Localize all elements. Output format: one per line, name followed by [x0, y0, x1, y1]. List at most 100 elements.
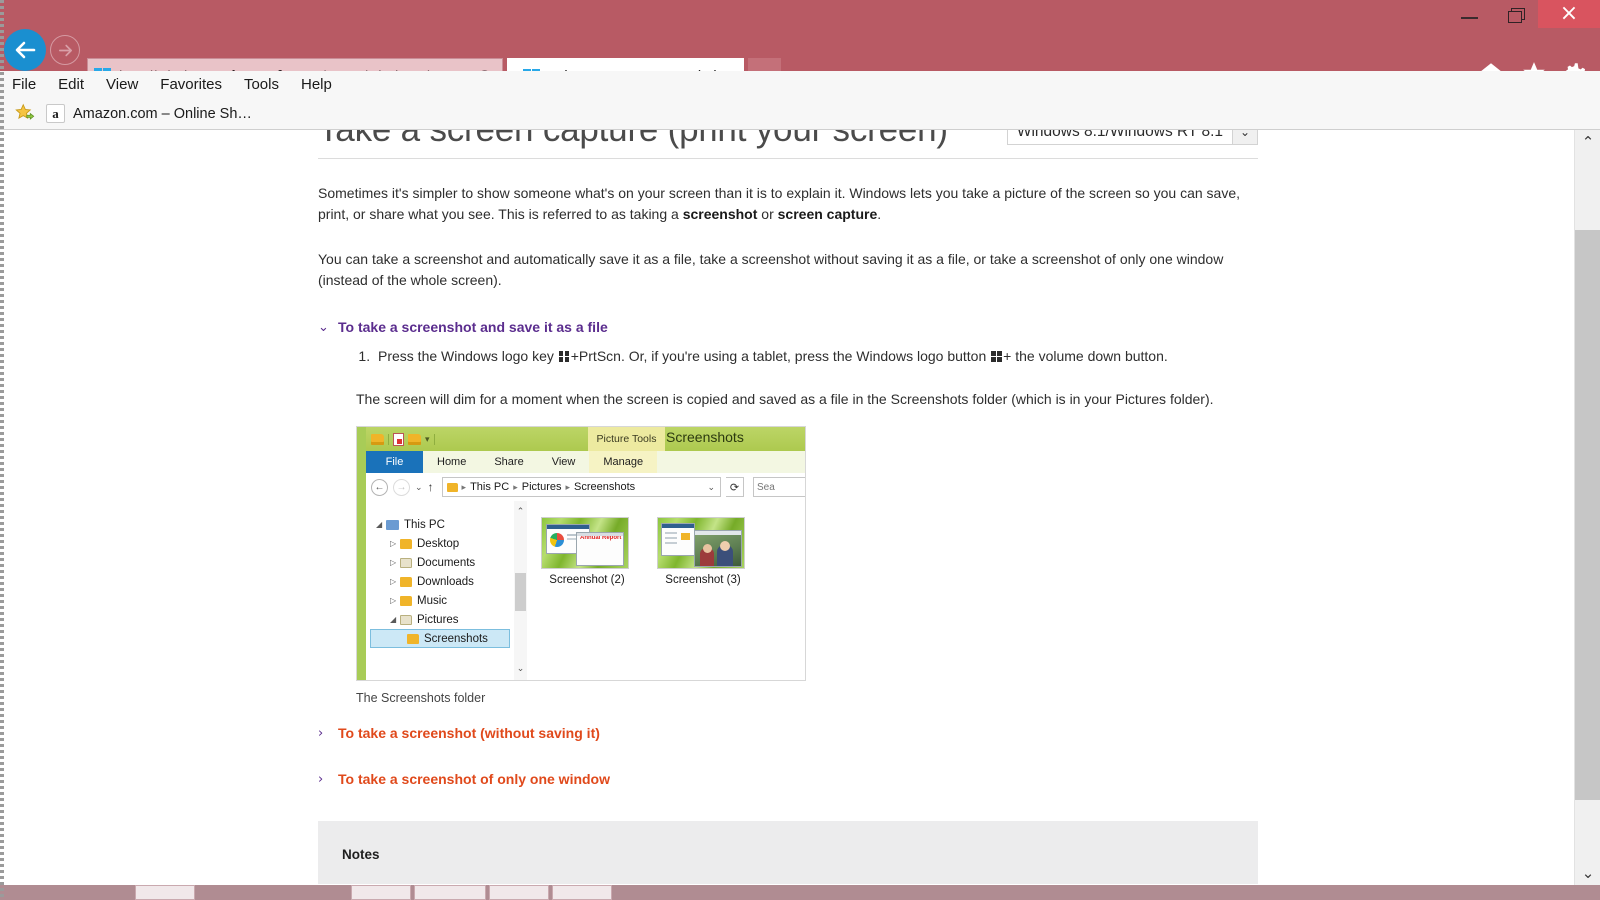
folder-icon	[407, 633, 419, 644]
ribbon-tab-share[interactable]: Share	[480, 451, 537, 473]
intro-paragraph-2: You can take a screenshot and automatica…	[318, 251, 1224, 288]
page-scrollbar[interactable]: ⌃ ⌄	[1574, 130, 1600, 885]
page-content: Take a screen capture (print your screen…	[318, 130, 1258, 885]
title-divider	[318, 158, 1258, 159]
page-title: Take a screen capture (print your screen…	[318, 130, 948, 152]
close-button[interactable]: ×	[1538, 0, 1600, 28]
taskbar-segment[interactable]	[489, 885, 549, 900]
explorer-file-list: Annual Report Screenshot (2) Screenshot …	[527, 501, 805, 680]
explorer-recent-locations-icon[interactable]: ⌄	[415, 482, 423, 493]
explorer-refresh-icon[interactable]: ⟳	[726, 477, 744, 497]
tree-item-label: This PC	[404, 518, 445, 531]
computer-icon	[386, 519, 399, 530]
intro-text-c: or	[757, 206, 778, 222]
expander-icon[interactable]: ▷	[390, 596, 400, 605]
intro-bold-screen-capture: screen capture	[777, 206, 878, 222]
section-save-as-file-title: To take a screenshot and save it as a fi…	[338, 319, 608, 335]
tree-item-this-pc[interactable]: ◢ This PC	[366, 515, 514, 534]
file-name: Screenshot (2)	[549, 574, 625, 586]
properties-icon[interactable]	[393, 432, 404, 446]
expander-icon[interactable]: ◢	[376, 520, 386, 529]
scroll-up-icon[interactable]: ⌃	[514, 505, 527, 518]
expander-icon[interactable]: ▷	[390, 539, 400, 548]
add-favorite-star-icon[interactable]	[14, 103, 36, 124]
tree-item-music[interactable]: ▷ Music	[366, 591, 514, 610]
figure-caption: The Screenshots folder	[356, 691, 486, 705]
explorer-up-icon[interactable]: ↑	[428, 480, 434, 494]
menu-item-tools[interactable]: Tools	[244, 76, 279, 93]
ribbon-tab-manage[interactable]: Manage	[589, 451, 658, 473]
windows-key-icon	[558, 351, 570, 362]
explorer-scrollbar[interactable]: ⌃ ⌄	[514, 501, 527, 680]
chevron-down-icon[interactable]: ⌄	[702, 482, 720, 493]
breadcrumb-item-screenshots[interactable]: Screenshots	[574, 481, 635, 493]
tree-item-desktop[interactable]: ▷ Desktop	[366, 534, 514, 553]
tree-item-documents[interactable]: ▷ Documents	[366, 553, 514, 572]
favorite-item-amazon[interactable]: a Amazon.com – Online Sh…	[46, 104, 252, 123]
explorer-back-icon[interactable]: ←	[371, 478, 388, 496]
tree-item-label: Music	[417, 594, 448, 607]
restore-button[interactable]	[1492, 0, 1538, 28]
forward-button[interactable]	[50, 35, 80, 65]
scrollbar-thumb[interactable]	[515, 573, 526, 611]
navigation-row: http://windows.microsoft.com/en-us/windo…	[0, 26, 1600, 96]
browser-window: × http://windows.microsoft.com/en-us/win…	[0, 0, 1600, 900]
folder-icon	[400, 595, 412, 606]
taskbar-segment[interactable]	[414, 885, 486, 900]
step-text-b: +PrtScn. Or, if you're using a tablet, p…	[570, 348, 991, 364]
back-button[interactable]	[4, 29, 46, 71]
breadcrumb-item-pictures[interactable]: Pictures	[522, 481, 562, 493]
ribbon-tab-view[interactable]: View	[538, 451, 590, 473]
new-folder-icon[interactable]	[408, 433, 421, 445]
tree-item-downloads[interactable]: ▷ Downloads	[366, 572, 514, 591]
section-one-window-header[interactable]: › To take a screenshot of only one windo…	[318, 771, 1258, 789]
section-save-as-file-header[interactable]: ⌄ To take a screenshot and save it as a …	[318, 319, 1258, 337]
folder-icon	[400, 576, 412, 587]
explorer-window-title: Screenshots	[666, 429, 744, 445]
picture-tools-tab[interactable]: Picture Tools	[588, 427, 665, 451]
explorer-breadcrumb[interactable]: ▸ This PC ▸ Pictures ▸ Screenshots ⌄	[441, 477, 721, 497]
expander-icon[interactable]: ◢	[390, 615, 400, 624]
folder-icon	[400, 614, 412, 625]
section-without-saving-header[interactable]: › To take a screenshot (without saving i…	[318, 725, 1258, 743]
file-item[interactable]: Screenshot (3)	[657, 517, 749, 680]
page-scrollbar-thumb[interactable]	[1575, 230, 1600, 800]
scroll-down-button[interactable]: ⌄	[1575, 861, 1600, 885]
menu-item-edit[interactable]: Edit	[58, 76, 84, 93]
intro-paragraph-1: Sometimes it's simpler to show someone w…	[318, 183, 1258, 225]
chevron-right-icon: ›	[318, 772, 324, 787]
chevron-down-icon[interactable]: ▾	[425, 434, 430, 445]
browser-chrome: × http://windows.microsoft.com/en-us/win…	[0, 0, 1600, 96]
amazon-icon: a	[46, 104, 65, 123]
explorer-forward-icon[interactable]: →	[393, 478, 410, 496]
tree-item-label: Pictures	[417, 613, 459, 626]
scroll-down-icon[interactable]: ⌄	[514, 662, 527, 675]
menu-item-view[interactable]: View	[106, 76, 138, 93]
scroll-up-button[interactable]: ⌃	[1575, 130, 1600, 154]
chevron-down-icon[interactable]: ⌄	[1232, 130, 1257, 144]
menu-item-help[interactable]: Help	[301, 76, 332, 93]
tree-item-pictures[interactable]: ◢ Pictures	[366, 610, 514, 629]
menu-item-file[interactable]: File	[12, 76, 36, 93]
minimize-button[interactable]	[1446, 0, 1492, 28]
tree-item-label: Documents	[417, 556, 476, 569]
breadcrumb-item-this-pc[interactable]: This PC	[470, 481, 509, 493]
taskbar-segment[interactable]	[135, 885, 195, 900]
file-item[interactable]: Annual Report Screenshot (2)	[541, 517, 633, 680]
ribbon-tab-file[interactable]: File	[366, 451, 423, 473]
expander-icon[interactable]: ▷	[390, 577, 400, 586]
ribbon-tab-home[interactable]: Home	[423, 451, 480, 473]
menu-item-favorites[interactable]: Favorites	[160, 76, 222, 93]
tree-item-label: Desktop	[417, 537, 460, 550]
version-selector[interactable]: Windows 8.1/Windows RT 8.1 ⌄	[1006, 130, 1258, 145]
taskbar-segment[interactable]	[351, 885, 411, 900]
expander-icon[interactable]: ▷	[390, 558, 400, 567]
restore-icon	[1507, 7, 1525, 23]
window-resize-handle[interactable]	[0, 0, 4, 900]
tree-item-label: Screenshots	[424, 632, 488, 645]
explorer-search-input[interactable]: Sea	[753, 477, 805, 497]
taskbar-segment[interactable]	[552, 885, 612, 900]
forward-arrow-icon	[58, 44, 72, 56]
tree-item-screenshots[interactable]: Screenshots	[370, 629, 510, 648]
step-text-c: + the volume down button.	[1003, 348, 1168, 364]
